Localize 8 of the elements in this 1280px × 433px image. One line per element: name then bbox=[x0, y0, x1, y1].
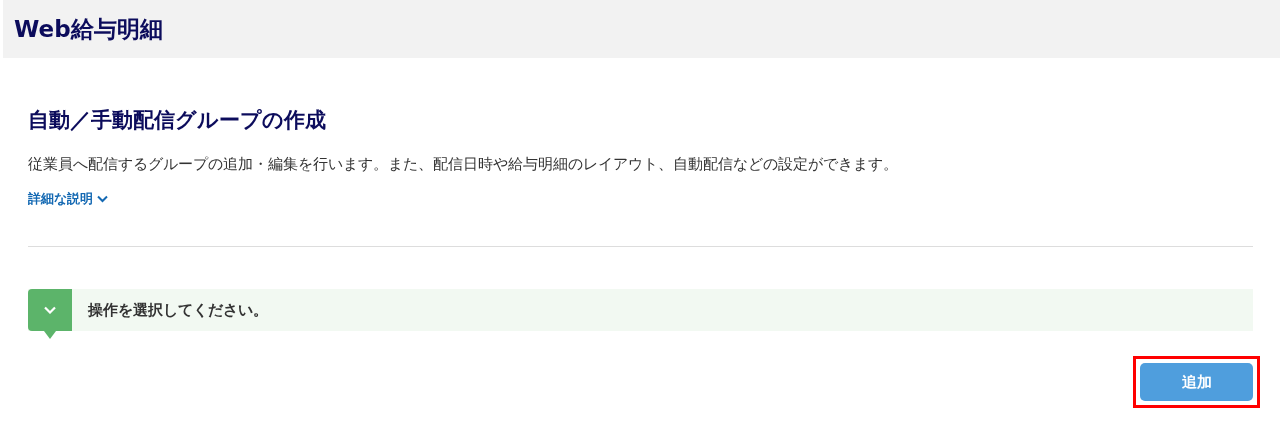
add-button[interactable]: 追加 bbox=[1140, 363, 1253, 401]
app-title: Web給与明細 bbox=[14, 14, 163, 44]
details-link[interactable]: 詳細な説明 bbox=[28, 190, 108, 208]
step-message: 操作を選択してください。 bbox=[88, 300, 268, 320]
page-description: 従業員へ配信するグループの追加・編集を行います。また、配信日時や給与明細のレイアウト、自動配信などの設定ができます。 bbox=[28, 154, 899, 175]
chevron-icon bbox=[44, 306, 56, 314]
page-title: 自動／手動配信グループの作成 bbox=[28, 107, 327, 134]
chevron-icon bbox=[97, 195, 108, 203]
